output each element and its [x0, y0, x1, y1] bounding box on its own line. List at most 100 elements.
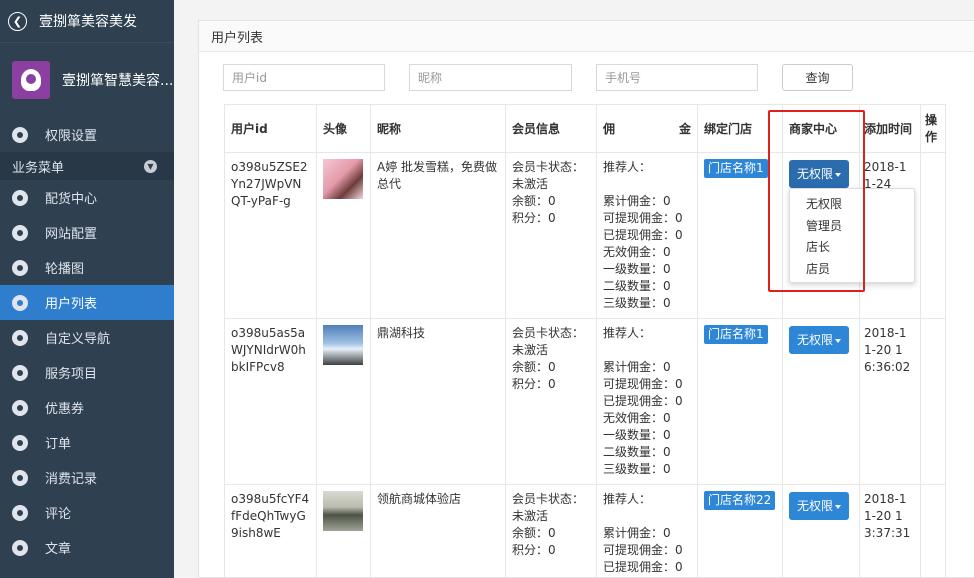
sidebar-item-5[interactable]: 服务项目 — [0, 355, 174, 390]
cell-member: 会员卡状态： 未激活 余额：0 积分：0 — [505, 318, 597, 485]
commission-line: 推荐人： — [603, 326, 652, 340]
uid-search-input[interactable]: 用户id — [223, 64, 385, 91]
sidebar-item-label: 评论 — [45, 507, 72, 522]
commission-line: 二级数量：0 — [603, 279, 671, 293]
sidebar-item-label: 消费记录 — [45, 472, 98, 487]
commission-line: 三级数量：0 — [603, 462, 671, 476]
commission-line: 累计佣金：0 — [603, 194, 671, 208]
cell-commission: 推荐人： 累计佣金：0 可提现佣金：0 已提现佣金：0 无效佣金：0 一级数量：0 二级数量… — [596, 152, 698, 319]
sidebar-item-label: 网站配置 — [45, 227, 98, 242]
commission-line — [603, 508, 691, 525]
sidebar-item-9[interactable]: 评论 — [0, 495, 174, 530]
permission-option[interactable]: 店员 — [790, 259, 914, 281]
cell-time: 2018-11-20 16:36:02 — [859, 318, 921, 485]
cell-member: 会员卡状态： 未激活 余额：0 积分：0 — [505, 152, 597, 319]
sidebar-item-0[interactable]: 配货中心 — [0, 180, 174, 215]
cell-uid: o398u5fcYF4fFdeQhTwyG9ish8wE — [224, 484, 317, 578]
cell-commission: 推荐人： 累计佣金：0 可提现佣金：0 已提现佣金：0 — [596, 484, 698, 578]
permission-dropdown-button[interactable]: 无权限 — [789, 160, 850, 188]
permission-option[interactable]: 无权限 — [790, 194, 914, 216]
sidebar-item-6[interactable]: 优惠券 — [0, 390, 174, 425]
col-header-time: 添加时间 — [859, 104, 921, 153]
chevron-down-icon[interactable]: ▼ — [144, 159, 157, 173]
member-info-line: 会员卡状态： — [512, 160, 585, 174]
nickname-search-input[interactable]: 昵称 — [409, 64, 572, 91]
commission-line: 二级数量：0 — [603, 445, 671, 459]
member-info-line: 余额：0 — [512, 526, 556, 540]
sidebar-item-label: 轮播图 — [45, 262, 85, 277]
search-button[interactable]: 查询 — [782, 64, 853, 91]
cell-avatar — [316, 318, 371, 485]
gear-icon — [12, 126, 28, 143]
member-info-line: 未激活 — [512, 509, 549, 523]
cell-uid: o398u5ZSE2Yn27JWpVNQT-yPaF-g — [224, 152, 317, 319]
col-header-operation: 操作 — [920, 104, 946, 153]
cell-commission: 推荐人： 累计佣金：0 可提现佣金：0 已提现佣金：0 无效佣金：0 一级数量：0 二级数量… — [596, 318, 698, 485]
cell-operation — [920, 318, 946, 485]
commission-line: 可提现佣金：0 — [603, 211, 683, 225]
sidebar-item-label: 用户列表 — [45, 297, 98, 312]
back-arrow-icon[interactable]: ❮ — [8, 11, 27, 31]
cell-store: 门店名称1 — [697, 318, 783, 485]
sidebar-item-4[interactable]: 自定义导航 — [0, 320, 174, 355]
gear-icon — [12, 259, 28, 276]
member-info-line: 会员卡状态： — [512, 492, 585, 506]
commission-line: 一级数量：0 — [603, 428, 671, 442]
commission-line: 可提现佣金：0 — [603, 377, 683, 391]
sidebar-item-7[interactable]: 订单 — [0, 425, 174, 460]
cell-member: 会员卡状态： 未激活余额：0 积分：0 — [505, 484, 597, 578]
cell-time: 2018-11-20 13:37:31 — [859, 484, 921, 578]
permission-option[interactable]: 管理员 — [790, 216, 914, 238]
sidebar-item-label: 服务项目 — [45, 367, 98, 382]
table-row: o398u5fcYF4fFdeQhTwyG9ish8wE 领航商城体验店 会员卡状态… — [224, 484, 946, 578]
cell-merchant: 无权限 — [782, 484, 860, 578]
store-badge[interactable]: 门店名称1 — [704, 325, 768, 344]
commission-line — [603, 176, 691, 193]
sidebar-item-1[interactable]: 网站配置 — [0, 215, 174, 250]
sidebar-item-2[interactable]: 轮播图 — [0, 250, 174, 285]
col-header-commission: 佣金 — [596, 104, 698, 153]
gear-icon — [12, 189, 28, 206]
sidebar-item-3[interactable]: 用户列表 — [0, 285, 174, 320]
sidebar-item-permissions[interactable]: 权限设置 — [0, 117, 174, 152]
gear-icon — [12, 399, 28, 416]
commission-line: 无效佣金：0 — [603, 411, 671, 425]
store-badge[interactable]: 门店名称22 — [704, 491, 776, 510]
sidebar-item-label: 权限设置 — [45, 129, 98, 144]
sidebar-item-label: 配货中心 — [45, 192, 98, 207]
sidebar-section-business[interactable]: 业务菜单 ▼ — [0, 152, 174, 180]
gear-icon — [12, 294, 28, 311]
caret-down-icon — [835, 504, 842, 509]
col-header-avatar: 头像 — [316, 104, 371, 153]
permission-dropdown-button[interactable]: 无权限 — [789, 326, 850, 354]
permission-option[interactable]: 店长 — [790, 237, 914, 259]
member-info-line: 积分：0 — [512, 377, 556, 391]
gear-icon — [12, 434, 28, 451]
sidebar-item-8[interactable]: 消费记录 — [0, 460, 174, 495]
cell-store: 门店名称1 — [697, 152, 783, 319]
gear-icon — [12, 539, 28, 556]
cell-store: 门店名称22 — [697, 484, 783, 578]
sidebar-item-label: 优惠券 — [45, 402, 85, 417]
member-info-line: 余额：0 — [512, 360, 556, 374]
user-list-panel: 用户列表 用户id 昵称 手机号 查询 用户id 头像 昵称 会员信息 佣金 绑… — [198, 20, 974, 578]
gear-icon — [12, 504, 28, 521]
commission-line: 推荐人： — [603, 492, 652, 506]
sidebar-item-10[interactable]: 文章 — [0, 530, 174, 565]
member-info-line: 积分：0 — [512, 211, 556, 225]
sidebar-item-label: 订单 — [45, 437, 72, 452]
phone-search-input[interactable]: 手机号 — [596, 64, 758, 91]
sidebar-item-label: 文章 — [45, 542, 72, 557]
commission-line: 可提现佣金：0 — [603, 543, 683, 557]
commission-line: 已提现佣金：0 — [603, 560, 683, 574]
cell-avatar — [316, 152, 371, 319]
permission-dropdown-button[interactable]: 无权限 — [789, 492, 850, 520]
commission-line: 累计佣金：0 — [603, 360, 671, 374]
member-info-line: 积分：0 — [512, 543, 556, 557]
store-badge[interactable]: 门店名称1 — [704, 159, 768, 178]
gear-icon — [12, 469, 28, 486]
col-header-store: 绑定门店 — [697, 104, 783, 153]
user-table: 用户id 头像 昵称 会员信息 佣金 绑定门店 商家中心 添加时间 操作 o39… — [224, 104, 946, 578]
member-info-line: 未激活 — [512, 177, 549, 191]
commission-line: 三级数量：0 — [603, 296, 671, 310]
